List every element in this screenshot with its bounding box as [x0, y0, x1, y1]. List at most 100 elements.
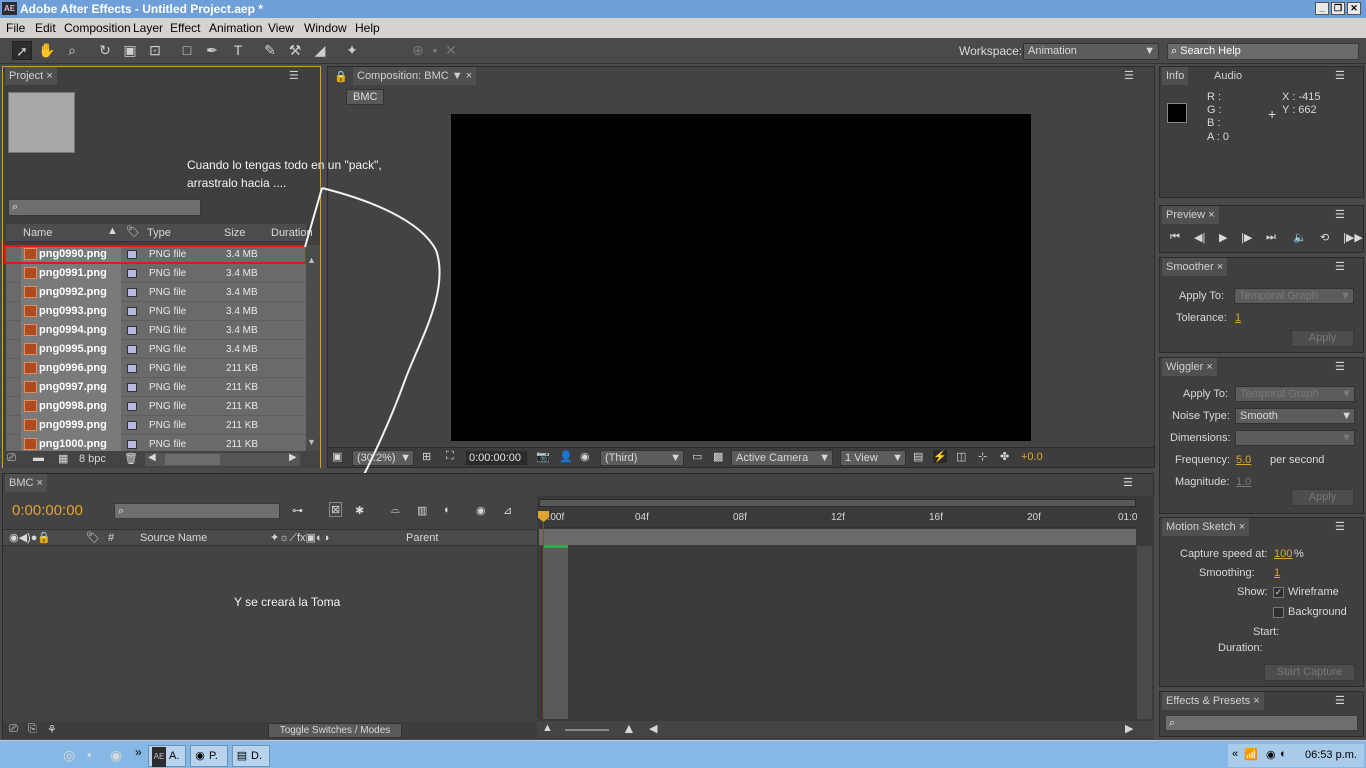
taskbar-after-effects[interactable]: AE A.: [148, 745, 186, 767]
live-update-icon[interactable]: ⊠: [329, 502, 343, 517]
taskbar-folder[interactable]: ▤ D.: [232, 745, 270, 767]
wireframe-checkbox[interactable]: ✓: [1273, 587, 1284, 598]
more-icon[interactable]: »: [135, 745, 142, 759]
tab-smoother[interactable]: Smoother ×: [1162, 258, 1228, 276]
color-swatch: [1167, 103, 1187, 123]
tab-motion-sketch[interactable]: Motion Sketch ×: [1162, 518, 1250, 536]
comp-mini-flowchart-icon[interactable]: ⊶: [292, 504, 303, 517]
close-icon[interactable]: ×: [1208, 209, 1214, 221]
ruler-label: 08f: [733, 512, 747, 523]
effects-search-input[interactable]: ⌕: [1165, 715, 1358, 731]
panel-menu-icon[interactable]: ☰: [1335, 694, 1345, 707]
zoom-in-icon[interactable]: ▲: [622, 720, 636, 736]
taskbar-chrome[interactable]: ◉ P.: [190, 745, 228, 767]
firefox-icon[interactable]: ◎: [63, 747, 75, 764]
hide-shy-icon[interactable]: ⌓: [391, 504, 400, 517]
tray-expand-icon[interactable]: «: [1232, 748, 1238, 760]
info-x: X : -415: [1282, 91, 1321, 103]
effects-presets-panel: Effects & Presets × ☰ ⌕: [1159, 691, 1364, 737]
close-icon[interactable]: ×: [1217, 261, 1223, 273]
panel-menu-icon[interactable]: ☰: [1335, 520, 1345, 533]
wiggler-apply-to-select[interactable]: Temporal Graph ▼: [1235, 386, 1355, 402]
scroll-left-icon[interactable]: ◀: [649, 722, 657, 735]
next-frame-icon[interactable]: |▶: [1241, 231, 1252, 244]
current-time-indicator[interactable]: [543, 513, 544, 719]
wiggler-apply-button[interactable]: Apply: [1291, 489, 1354, 506]
frame-blending-icon[interactable]: ▥: [417, 504, 427, 517]
expand-icon[interactable]: ⎘: [28, 723, 37, 736]
close-icon[interactable]: ×: [37, 477, 43, 489]
work-area-bar[interactable]: [539, 499, 1136, 507]
smoother-apply-button[interactable]: Apply: [1291, 330, 1354, 347]
panel-menu-icon[interactable]: ☰: [1335, 260, 1345, 273]
tab-preview[interactable]: Preview ×: [1162, 206, 1219, 224]
first-frame-icon[interactable]: ⏮: [1170, 231, 1180, 244]
tab-wiggler[interactable]: Wiggler ×: [1162, 358, 1217, 376]
desktop-icon[interactable]: ▪: [87, 747, 92, 762]
brainstorm-icon[interactable]: ◉: [476, 504, 486, 517]
dimensions-select[interactable]: ▼: [1235, 430, 1355, 446]
tab-info[interactable]: Info: [1162, 67, 1189, 85]
timeline-timecode[interactable]: 0:00:00:00: [12, 502, 83, 519]
noise-type-select[interactable]: Smooth ▼: [1235, 408, 1355, 424]
capture-speed-value[interactable]: 100: [1274, 548, 1292, 560]
volume-icon[interactable]: ◐: [1280, 748, 1287, 760]
info-b: B :: [1207, 117, 1221, 129]
timeline-tab-label: BMC: [9, 477, 34, 489]
timeline-search-input[interactable]: ⌕: [114, 503, 280, 519]
magnitude-value[interactable]: 1.0: [1236, 476, 1251, 488]
loop-icon[interactable]: ⟲: [1320, 231, 1329, 244]
frequency-label: Frequency:: [1175, 454, 1231, 466]
smoothing-value[interactable]: 1: [1274, 567, 1280, 579]
zoom-out-icon[interactable]: ▲: [542, 722, 553, 734]
chrome-icon[interactable]: ◉: [110, 747, 122, 764]
tray-app-icon[interactable]: ◉: [1266, 748, 1276, 761]
panel-menu-icon[interactable]: ☰: [1335, 208, 1345, 221]
clock[interactable]: 06:53 p.m.: [1305, 749, 1357, 761]
timeline-v-scrollbar[interactable]: [1137, 546, 1152, 719]
graph-editor-icon[interactable]: ⊿: [503, 504, 512, 517]
motion-blur-icon[interactable]: ◐: [444, 504, 451, 516]
smoother-panel: Smoother × ☰ Apply To: Temporal Graph ▼ T…: [1159, 257, 1364, 353]
comp-button-icon[interactable]: ⎚: [9, 723, 18, 736]
smoother-apply-to-select[interactable]: Temporal Graph ▼: [1234, 288, 1354, 304]
last-frame-icon[interactable]: ⏭: [1266, 231, 1276, 244]
panel-menu-icon[interactable]: ☰: [1335, 360, 1345, 373]
draft-3d-icon[interactable]: ✱: [355, 504, 364, 517]
zoom-slider[interactable]: [565, 729, 609, 731]
start-label: Start:: [1253, 626, 1280, 638]
previous-frame-icon[interactable]: ◀|: [1194, 231, 1205, 244]
frequency-value[interactable]: 5.0: [1236, 454, 1251, 466]
info-a: A : 0: [1207, 131, 1230, 143]
close-icon[interactable]: ×: [1206, 361, 1212, 373]
comp-range-bar[interactable]: [539, 529, 1136, 545]
tab-audio[interactable]: Audio: [1210, 67, 1246, 85]
crosshair-icon: +: [1268, 106, 1277, 122]
time-ruler[interactable]: 0:00f 04f 08f 12f 16f 20f 01:0: [539, 508, 1137, 528]
ram-preview-icon[interactable]: |▶▶: [1343, 231, 1363, 244]
tab-timeline-bmc[interactable]: BMC ×: [5, 474, 47, 492]
scroll-right-icon[interactable]: ▶: [1125, 722, 1133, 735]
tolerance-value[interactable]: 1: [1235, 312, 1241, 324]
capture-speed-unit: %: [1294, 548, 1304, 560]
toggle-switches-modes-button[interactable]: Toggle Switches / Modes: [268, 723, 402, 738]
column-parent[interactable]: Parent: [406, 532, 438, 544]
tab-effects-presets[interactable]: Effects & Presets ×: [1162, 692, 1264, 710]
column-source-name[interactable]: Source Name: [140, 532, 207, 544]
folder-icon: ▤: [236, 750, 248, 762]
start-capture-button[interactable]: Start Capture: [1264, 664, 1355, 681]
panel-menu-icon[interactable]: ☰: [1123, 476, 1133, 489]
switches-icon[interactable]: ⚘: [47, 723, 57, 736]
audio-icon[interactable]: 🔈: [1293, 231, 1307, 244]
background-checkbox[interactable]: [1273, 607, 1284, 618]
close-icon[interactable]: ×: [1239, 521, 1245, 533]
chevron-down-icon: ▼: [1341, 388, 1352, 400]
close-icon[interactable]: ×: [1253, 695, 1259, 707]
network-icon[interactable]: 📶: [1244, 748, 1258, 761]
timeline-footer: ⎚ ⎘ ⚘ Toggle Switches / Modes: [3, 722, 537, 739]
effects-tab-label: Effects & Presets: [1166, 695, 1251, 707]
panel-menu-icon[interactable]: ☰: [1335, 69, 1345, 82]
play-icon[interactable]: ▶: [1219, 231, 1227, 244]
column-number[interactable]: #: [108, 532, 114, 544]
info-panel: Info Audio ☰ R : G : B : A : 0 X : -415 …: [1159, 66, 1364, 198]
